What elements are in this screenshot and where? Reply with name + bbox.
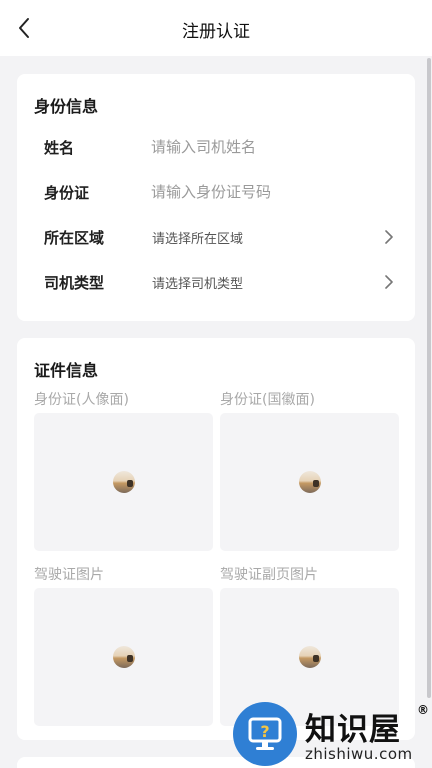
svg-text:?: ? — [260, 722, 269, 741]
region-select[interactable]: 请选择所在区域 — [152, 228, 243, 247]
name-label: 姓名 — [44, 138, 75, 157]
image-placeholder-icon — [112, 471, 135, 493]
identity-info-card: 身份信息 姓名 身份证 所在区域 请选择所在区域 司机类型 请选择司机类型 — [17, 74, 415, 321]
top-bar: 注册认证 — [0, 0, 432, 56]
upload-label-license-sub: 驾驶证副页图片 — [220, 567, 318, 583]
image-placeholder-icon — [298, 471, 321, 493]
scrollbar-thumb[interactable] — [427, 58, 431, 698]
image-placeholder-icon — [112, 646, 135, 668]
name-input[interactable] — [151, 132, 371, 162]
watermark-name: 知识屋 — [305, 712, 401, 748]
documents-card: 证件信息 身份证(人像面) 身份证(国徽面) 驾驶证图片 驾驶证副页图片 — [17, 338, 415, 740]
form-row-name: 姓名 — [17, 132, 415, 162]
upload-license[interactable] — [34, 588, 213, 726]
upload-label-license: 驾驶证图片 — [34, 567, 104, 583]
chevron-right-icon[interactable] — [383, 275, 395, 289]
upload-label-id-front: 身份证(人像面) — [34, 392, 129, 408]
driver-type-label: 司机类型 — [44, 273, 105, 292]
id-card-label: 身份证 — [44, 183, 90, 202]
watermark-registered-mark: ® — [417, 703, 429, 717]
chevron-right-icon[interactable] — [383, 230, 395, 244]
form-row-region[interactable]: 所在区域 请选择所在区域 — [17, 222, 415, 252]
page-title: 注册认证 — [182, 22, 250, 42]
upload-label-id-back: 身份证(国徽面) — [220, 392, 315, 408]
form-row-driver-type[interactable]: 司机类型 请选择司机类型 — [17, 267, 415, 297]
driver-type-select[interactable]: 请选择司机类型 — [152, 273, 243, 292]
section-title-identity: 身份信息 — [34, 97, 99, 116]
region-label: 所在区域 — [44, 228, 105, 247]
id-card-input[interactable] — [151, 177, 371, 207]
upload-id-back[interactable] — [220, 413, 399, 551]
upload-id-front[interactable] — [34, 413, 213, 551]
watermark-url: zhishiwu.com — [305, 745, 413, 763]
section-title-documents: 证件信息 — [34, 361, 99, 380]
form-row-id-card: 身份证 — [17, 177, 415, 207]
register-verify-screen: 注册认证 身份信息 姓名 身份证 所在区域 请选择所在区域 司机类型 请选择司机… — [0, 0, 432, 768]
watermark-logo-icon: ? — [233, 702, 297, 766]
image-placeholder-icon — [298, 646, 321, 668]
